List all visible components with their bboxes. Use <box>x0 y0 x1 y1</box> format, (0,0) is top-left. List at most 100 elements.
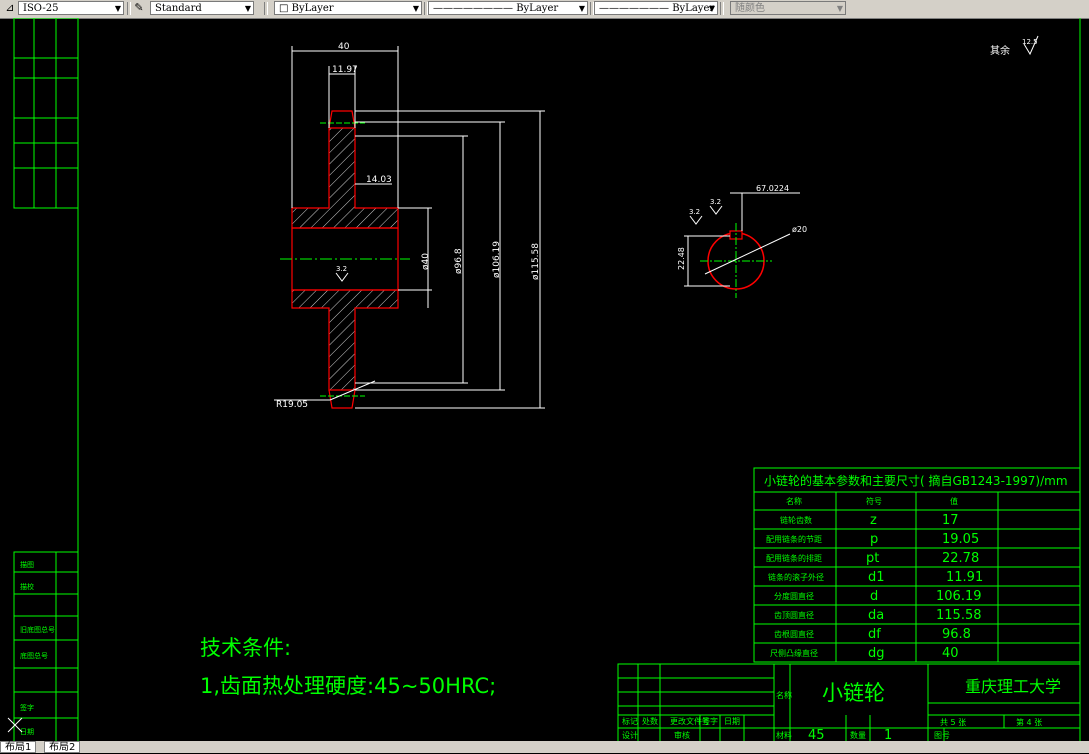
params-value-col: 17 19.05 22.78 11.91 106.19 115.58 96.8 … <box>936 513 983 661</box>
plot-style-value: 随颜色 <box>735 3 765 14</box>
strip-label: 描图 <box>20 560 34 569</box>
title-block: 名称 材料 数量 图号 共 5 张 第 4 张 标记 处数 更改文件号 签字 日… <box>617 663 1081 743</box>
params-header-name: 名称 <box>786 496 802 506</box>
param-symbol: dg <box>868 646 885 661</box>
rest-roughness: 其余 12.5 <box>990 35 1039 57</box>
design-row-cell: 审核 <box>674 730 690 740</box>
param-name: 分度圆直径 <box>774 591 814 601</box>
param-name: 链轮齿数 <box>780 515 812 525</box>
param-symbol: df <box>868 627 881 642</box>
marks-row-cell: 处数 <box>642 716 658 726</box>
lineweight-select[interactable]: ——————— ByLayer ▼ <box>594 1 718 15</box>
separator <box>264 2 268 15</box>
tech-requirements: 技术条件: 1,齿面热处理硬度:45~50HRC; <box>200 636 496 698</box>
strip-label: 底图总号 <box>20 651 48 660</box>
dim-keyway-width: 22.48 <box>677 247 686 270</box>
param-name: 配用链条的节距 <box>766 534 822 544</box>
keyway-roughness-a: 3.2 <box>710 198 721 206</box>
layer-select[interactable]: □ ByLayer ▼ <box>274 1 422 15</box>
strip-label: 日期 <box>20 728 34 736</box>
layer-label: ByLayer <box>291 3 334 14</box>
dim-keyway-depth: 67.0224 <box>756 184 789 193</box>
drawing-no-label: 图号 <box>934 731 950 740</box>
dim-shaft: ø20 <box>792 225 807 234</box>
params-symbol-col: z p pt d1 d da df dg <box>866 513 885 661</box>
marks-row-cell: 标记 <box>622 716 638 726</box>
param-name: 齿根圆直径 <box>774 629 814 639</box>
linetype-label: ByLayer <box>516 3 559 14</box>
design-row-cell: 设计 <box>622 730 638 740</box>
chevron-down-icon: ▼ <box>244 4 251 13</box>
param-value: 106.19 <box>936 589 982 604</box>
part-name: 小链轮 <box>822 681 885 705</box>
bore-roughness: 3.2 <box>336 265 347 273</box>
dim-key: 14.03 <box>366 175 392 185</box>
plot-style-select[interactable]: 随颜色 ▼ <box>730 1 846 15</box>
drawing-frame <box>13 17 1081 743</box>
param-value: 11.91 <box>946 570 983 585</box>
params-table-title: 小链轮的基本参数和主要尺寸( 摘自GB1243-1997)/mm <box>764 473 1068 488</box>
rest-label: 其余 <box>990 44 1010 57</box>
material-label: 材料 <box>776 730 792 740</box>
tech-line-1: 1,齿面热处理硬度:45~50HRC; <box>200 674 496 698</box>
chevron-down-icon: ▼ <box>836 4 843 13</box>
dim-style-select[interactable]: ISO-25 ▼ <box>18 1 124 15</box>
qty-value: 1 <box>884 728 892 741</box>
dim-bore: ø40 <box>421 253 431 270</box>
linetype-select[interactable]: ———————— ByLayer ▼ <box>428 1 588 15</box>
separator <box>720 2 724 15</box>
dimension-style-icon[interactable]: ⊿ <box>2 1 18 15</box>
param-symbol: d <box>870 589 878 604</box>
drawing-svg: 描图 描校 旧底图总号 底图总号 签字 日期 3.2 40 11.97 14.0… <box>7 17 1081 743</box>
lineweight-label: ByLayer <box>672 3 715 14</box>
keyway-end-view[interactable] <box>684 192 800 298</box>
dim-tip-dia: ø115.58 <box>531 243 541 280</box>
strip-label: 旧底图总号 <box>20 625 55 634</box>
param-symbol: pt <box>866 551 879 566</box>
dim-radius: R19.05 <box>276 400 308 410</box>
params-table: 小链轮的基本参数和主要尺寸( 摘自GB1243-1997)/mm 名称 符号 值… <box>753 467 1081 663</box>
param-symbol: d1 <box>868 570 885 585</box>
text-style-icon[interactable]: ✎ <box>131 1 147 15</box>
param-value: 19.05 <box>942 532 979 547</box>
tab-layout-1[interactable]: 布局1 <box>0 741 37 753</box>
ucs-icon <box>7 717 23 733</box>
param-name: 链条的滚子外径 <box>768 572 824 582</box>
param-value: 17 <box>942 513 959 528</box>
sprocket-section-view[interactable]: 3.2 <box>280 110 410 409</box>
drawing-canvas[interactable]: 描图 描校 旧底图总号 底图总号 签字 日期 3.2 40 11.97 14.0… <box>0 17 1089 743</box>
param-symbol: p <box>870 532 878 547</box>
qty-label: 数量 <box>850 730 866 740</box>
dim-hub: 11.97 <box>332 65 358 75</box>
sheet-number: 第 4 张 <box>1016 717 1042 727</box>
chevron-down-icon: ▼ <box>114 4 121 13</box>
dim-width: 40 <box>338 42 350 52</box>
strip-label: 描校 <box>20 582 34 591</box>
param-value: 40 <box>942 646 959 661</box>
marks-row-cell: 签字 <box>702 716 718 726</box>
param-name: 齿顶圆直径 <box>774 610 814 620</box>
tab-layout-2[interactable]: 布局2 <box>44 741 81 753</box>
param-value: 96.8 <box>942 627 971 642</box>
sheet-count: 共 5 张 <box>940 718 966 727</box>
layer-value: □ ByLayer <box>279 3 334 14</box>
param-name: 尺侧凸缘直径 <box>770 648 818 658</box>
params-header-symbol: 符号 <box>866 496 882 506</box>
dim-style-value: ISO-25 <box>23 3 59 14</box>
layout-tabs: 布局1 布局2 <box>0 741 1089 753</box>
param-symbol: z <box>870 513 877 528</box>
param-symbol: da <box>868 608 884 623</box>
chevron-down-icon: ▼ <box>708 4 715 13</box>
param-name: 配用链条的排距 <box>766 553 822 563</box>
marks-row-cell: 日期 <box>724 717 740 726</box>
tech-heading: 技术条件: <box>200 636 291 660</box>
chevron-down-icon: ▼ <box>412 4 419 13</box>
param-value: 115.58 <box>936 608 982 623</box>
chevron-down-icon: ▼ <box>578 4 585 13</box>
name-label: 名称 <box>776 690 792 700</box>
text-style-select[interactable]: Standard ▼ <box>150 1 254 15</box>
properties-toolbar: ⊿ ISO-25 ▼ ✎ Standard ▼ □ ByLayer ▼ ————… <box>0 0 1089 19</box>
school-name: 重庆理工大学 <box>965 677 1061 696</box>
dim-pitch-dia: ø106.19 <box>492 241 502 278</box>
left-strip-text: 描图 描校 旧底图总号 底图总号 签字 日期 <box>20 560 55 736</box>
